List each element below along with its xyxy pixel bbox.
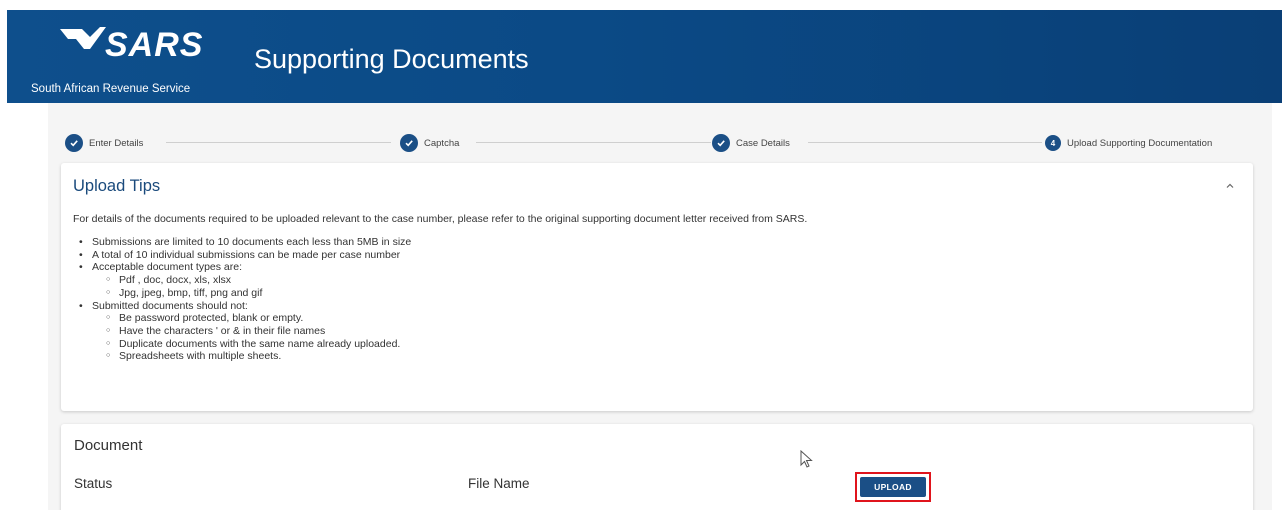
step-label: Case Details [736,137,790,149]
check-icon [400,134,418,152]
chevron-up-icon[interactable] [1225,181,1235,191]
document-title: Document [74,437,143,454]
check-icon [712,134,730,152]
stepper-connector [476,142,711,143]
upload-tips-title: Upload Tips [73,177,161,195]
status-column-header: Status [74,476,113,491]
list-item: Submissions are limited to 10 documents … [73,236,411,249]
upload-button-highlight: UPLOAD [855,472,931,502]
page-title: Supporting Documents [254,44,529,74]
list-item: Acceptable document types are: [73,261,411,274]
step-captcha[interactable]: Captcha [400,133,459,153]
upload-button[interactable]: UPLOAD [860,477,926,497]
sub-list-item: Be password protected, blank or empty. [73,312,411,325]
sars-logo: SARS South African Revenue Service [7,24,232,99]
sub-list-item: Jpg, jpeg, bmp, tiff, png and gif [73,287,411,300]
tips-list: Submissions are limited to 10 documents … [73,236,411,363]
sub-list-item: Have the characters ' or & in their file… [73,325,411,338]
logo-text: SARS [105,26,204,64]
top-strip [0,0,1282,10]
stepper: Enter Details Captcha Case Details 4 Upl… [65,133,1255,153]
sars-chevron-icon [60,27,106,49]
sub-list-item: Duplicate documents with the same name a… [73,338,411,351]
step-label: Enter Details [89,137,144,149]
upload-tips-panel: Upload Tips For details of the documents… [61,163,1253,411]
sub-list-item: Pdf , doc, docx, xls, xlsx [73,274,411,287]
list-item: A total of 10 individual submissions can… [73,249,411,262]
org-name: South African Revenue Service [31,83,191,95]
list-item: Submitted documents should not: [73,300,411,313]
tips-intro-text: For details of the documents required to… [73,213,808,225]
step-enter-details[interactable]: Enter Details [65,133,143,153]
step-number-badge: 4 [1045,135,1061,151]
check-icon [65,134,83,152]
file-name-column-header: File Name [468,476,530,491]
mouse-pointer-icon [800,450,813,468]
header-banner: SARS South African Revenue Service Suppo… [7,10,1282,103]
step-upload-supporting-documentation[interactable]: 4 Upload Supporting Documentation [1045,133,1212,153]
step-label: Captcha [424,137,460,149]
document-panel: Document Status File Name UPLOAD [61,424,1253,510]
stepper-connector [808,142,1042,143]
step-label: Upload Supporting Documentation [1067,137,1213,149]
stepper-connector [166,142,391,143]
sub-list-item: Spreadsheets with multiple sheets. [73,350,411,363]
step-case-details[interactable]: Case Details [712,133,790,153]
